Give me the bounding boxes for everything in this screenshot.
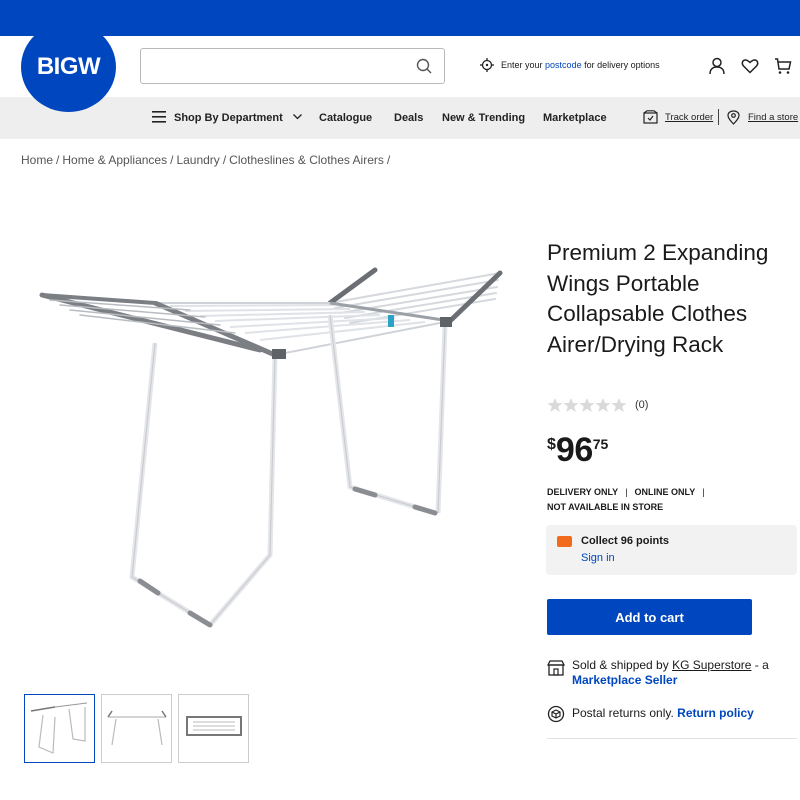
account-icon[interactable]: [708, 57, 726, 75]
points-panel: Collect 96 points Sign in: [546, 525, 797, 575]
search-icon[interactable]: [416, 58, 432, 74]
chevron-down-icon[interactable]: [293, 114, 302, 120]
location-target-icon: [480, 58, 494, 72]
star-icon: [563, 398, 579, 412]
product-title: Premium 2 Expanding Wings Portable Colla…: [547, 240, 769, 357]
nav-marketplace[interactable]: Marketplace: [543, 112, 607, 124]
thumbnail-3[interactable]: [178, 694, 249, 763]
hinge: [440, 317, 452, 327]
postcode-prefix: Enter your: [501, 60, 543, 70]
sold-prefix: Sold & shipped by: [572, 658, 669, 672]
store-location-icon: [727, 110, 740, 125]
store-icon: [547, 660, 565, 676]
search-box[interactable]: [140, 48, 445, 84]
logo-text: BIGW: [36, 53, 101, 80]
price: $96 75: [547, 430, 608, 470]
nav-new-trending[interactable]: New & Trending: [442, 112, 525, 124]
not-in-store-label: NOT AVAILABLE IN STORE: [547, 502, 664, 512]
sold-mid: - a: [754, 658, 769, 672]
postcode-link[interactable]: postcode: [545, 60, 582, 70]
rating-count[interactable]: (0): [635, 399, 648, 411]
add-to-cart-button[interactable]: Add to cart: [547, 599, 752, 635]
star-icon: [547, 398, 563, 412]
main-navigation: Shop By Department Catalogue Deals New &…: [0, 97, 800, 139]
seller-link[interactable]: KG Superstore: [672, 658, 751, 672]
nav-deals[interactable]: Deals: [394, 112, 423, 124]
heart-icon[interactable]: [741, 57, 759, 75]
top-banner: [0, 0, 800, 36]
divider: [547, 738, 797, 739]
delivery-only-label: DELIVERY ONLY: [547, 487, 619, 497]
sign-in-link[interactable]: Sign in: [581, 552, 615, 564]
postcode-prompt[interactable]: Enter your postcode for delivery options: [480, 58, 660, 72]
thumbnail-1[interactable]: [24, 694, 95, 763]
track-order-link[interactable]: Track order: [665, 112, 713, 123]
thumbnail-2[interactable]: [101, 694, 172, 763]
rating[interactable]: (0): [547, 397, 648, 413]
nav-shop-by-department[interactable]: Shop By Department: [174, 112, 283, 124]
collect-points-text: Collect 96 points: [581, 535, 670, 547]
marketplace-seller-link[interactable]: Marketplace Seller: [572, 673, 677, 687]
rating-stars: [547, 397, 627, 413]
thumbnail-image: [107, 710, 167, 746]
search-input[interactable]: [141, 49, 401, 83]
track-order-icon: [643, 110, 658, 124]
nav-divider: [718, 109, 719, 125]
price-dollars: 96: [555, 431, 593, 469]
thumbnail-image: [30, 702, 88, 754]
rewards-icon: [557, 536, 572, 547]
bigw-logo[interactable]: BIGW: [21, 22, 116, 112]
star-icon: [579, 398, 595, 412]
availability-info: DELIVERY ONLY | ONLINE ONLY | NOT AVAILABLE…: [547, 485, 712, 515]
thumbnail-image: [186, 716, 242, 736]
breadcrumb-home-appliances[interactable]: Home & Appliances: [62, 153, 167, 167]
breadcrumb-clotheslines[interactable]: Clotheslines & Clothes Airers: [229, 153, 384, 167]
hinge: [272, 349, 286, 359]
star-icon: [611, 398, 627, 412]
availability-divider: |: [702, 487, 705, 497]
nav-catalogue[interactable]: Catalogue: [319, 112, 372, 124]
breadcrumb-laundry[interactable]: Laundry: [176, 153, 219, 167]
price-cents: 75: [592, 436, 609, 452]
breadcrumb-home[interactable]: Home: [21, 153, 53, 167]
breadcrumb: Home / Home & Appliances / Laundry / Clothesli…: [21, 153, 391, 167]
price-currency: $: [547, 436, 556, 453]
online-only-label: ONLINE ONLY: [634, 487, 696, 497]
star-icon: [595, 398, 611, 412]
returns-text: Postal returns only.: [572, 706, 674, 720]
availability-divider: |: [625, 487, 628, 497]
find-store-link[interactable]: Find a store: [748, 112, 798, 123]
returns-box-icon: [547, 705, 565, 723]
product-main-image[interactable]: [30, 255, 520, 640]
cart-icon[interactable]: [774, 57, 792, 75]
return-policy-link[interactable]: Return policy: [677, 706, 754, 720]
hamburger-icon[interactable]: [152, 111, 166, 123]
blue-clip: [388, 315, 394, 327]
postcode-suffix: for delivery options: [584, 60, 660, 70]
